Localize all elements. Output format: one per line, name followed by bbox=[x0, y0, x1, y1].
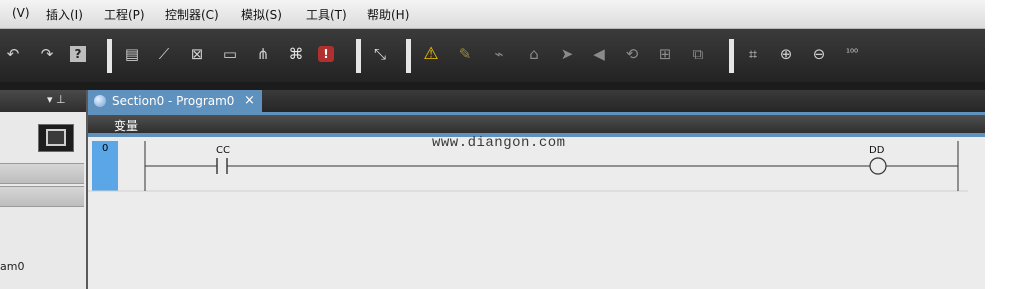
window-edge bbox=[985, 0, 1017, 289]
contact-variable-label[interactable]: CC bbox=[216, 145, 230, 156]
coil-symbol bbox=[869, 157, 887, 175]
coil-variable-label[interactable]: DD bbox=[869, 145, 884, 156]
watermark-text: www.diangon.com bbox=[432, 135, 566, 151]
